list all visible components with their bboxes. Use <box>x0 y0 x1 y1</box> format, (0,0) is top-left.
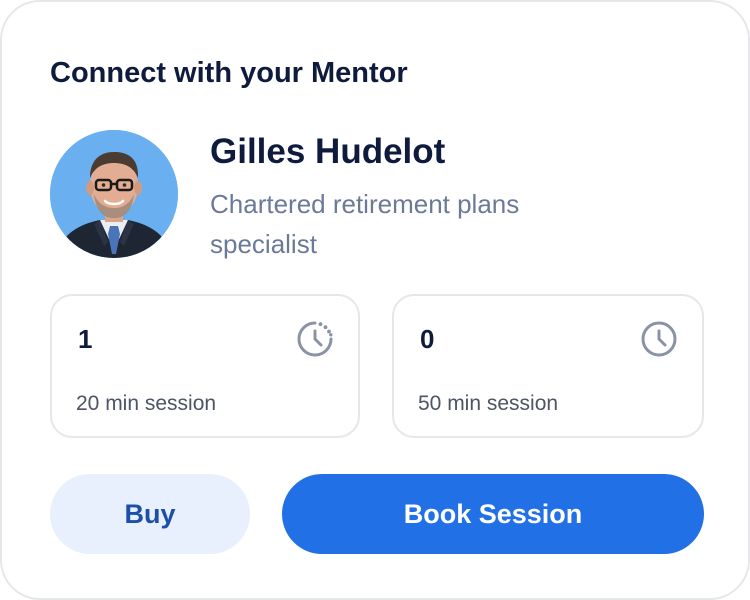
session-count: 1 <box>78 324 93 354</box>
mentor-role: Chartered retirement plans specialist <box>210 189 520 259</box>
clock-dotted-icon <box>296 320 334 358</box>
mentor-avatar-photo <box>50 130 178 258</box>
session-card-50-min: 0 50 min session <box>392 294 704 438</box>
clock-icon <box>640 320 678 358</box>
mentor-name: Gilles Hudelot <box>210 132 446 171</box>
mentor-card: Connect with your Mentor Gilles Hudelot … <box>0 0 750 600</box>
session-label: 50 min session <box>418 392 559 415</box>
session-count: 0 <box>420 324 435 354</box>
session-card-20-min: 1 20 min session <box>50 294 360 438</box>
card-title: Connect with your Mentor <box>50 57 408 89</box>
book-session-button[interactable]: Book Session <box>282 474 704 554</box>
session-label: 20 min session <box>76 392 217 415</box>
buy-button[interactable]: Buy <box>50 474 250 554</box>
mentor-avatar <box>50 130 178 258</box>
